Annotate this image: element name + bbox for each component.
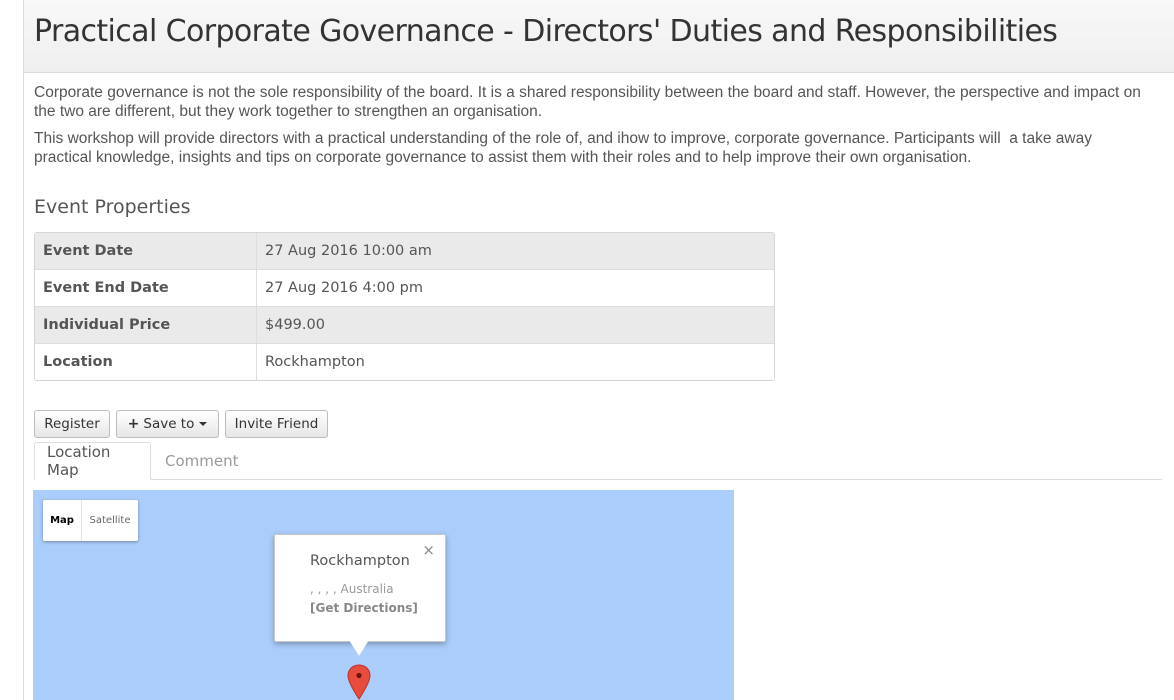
property-label: Location xyxy=(35,343,257,380)
save-to-dropdown-button[interactable]: + Save to xyxy=(116,410,219,438)
register-button-label: Register xyxy=(44,416,100,432)
property-value: Rockhampton xyxy=(257,343,774,380)
info-window-title: Rockhampton xyxy=(310,553,410,569)
map-type-satellite-button[interactable]: Satellite xyxy=(82,500,138,541)
page-title: Practical Corporate Governance - Directo… xyxy=(34,14,1058,49)
event-properties-table: Event Date 27 Aug 2016 10:00 am Event En… xyxy=(34,232,775,381)
event-properties-heading: Event Properties xyxy=(34,196,191,218)
caret-down-icon xyxy=(199,422,208,426)
table-row: Individual Price $499.00 xyxy=(35,306,774,343)
tab-label: Location Map xyxy=(47,443,111,479)
info-window-address: , , , , Australia xyxy=(310,582,394,596)
property-label: Event Date xyxy=(35,233,257,269)
info-window-pointer xyxy=(349,640,369,656)
map-type-control: Map Satellite xyxy=(43,500,138,541)
map-info-window: × Rockhampton , , , , Australia [Get Dir… xyxy=(274,534,446,656)
table-row: Event Date 27 Aug 2016 10:00 am xyxy=(35,233,774,269)
property-value: 27 Aug 2016 4:00 pm xyxy=(257,269,774,306)
register-button[interactable]: Register xyxy=(34,410,110,438)
tab-comment[interactable]: Comment xyxy=(153,442,251,480)
tab-label: Comment xyxy=(165,452,239,470)
description-paragraph-2: This workshop will provide directors wit… xyxy=(34,130,1092,166)
save-to-label: Save to xyxy=(143,416,195,432)
description-paragraph-1: Corporate governance is not the sole res… xyxy=(34,84,1141,120)
property-label: Event End Date xyxy=(35,269,257,306)
page-header: Practical Corporate Governance - Directo… xyxy=(23,0,1174,73)
property-value: 27 Aug 2016 10:00 am xyxy=(257,233,774,269)
table-row: Event End Date 27 Aug 2016 4:00 pm xyxy=(35,269,774,306)
property-label: Individual Price xyxy=(35,306,257,343)
content-tabs: Location Map Comment xyxy=(34,442,1162,480)
map-pin-icon[interactable] xyxy=(347,664,371,700)
get-directions-link[interactable]: [Get Directions] xyxy=(310,601,418,615)
invite-friend-button[interactable]: Invite Friend xyxy=(225,410,328,438)
plus-icon: + xyxy=(127,416,140,432)
invite-friend-label: Invite Friend xyxy=(234,416,319,432)
property-value: $499.00 xyxy=(257,306,774,343)
tab-location-map[interactable]: Location Map xyxy=(34,442,151,480)
close-icon[interactable]: × xyxy=(422,541,435,559)
map-type-map-button[interactable]: Map xyxy=(43,500,82,541)
table-row: Location Rockhampton xyxy=(35,343,774,380)
location-map[interactable]: Map Satellite × Rockhampton , , , , Aust… xyxy=(33,490,734,700)
